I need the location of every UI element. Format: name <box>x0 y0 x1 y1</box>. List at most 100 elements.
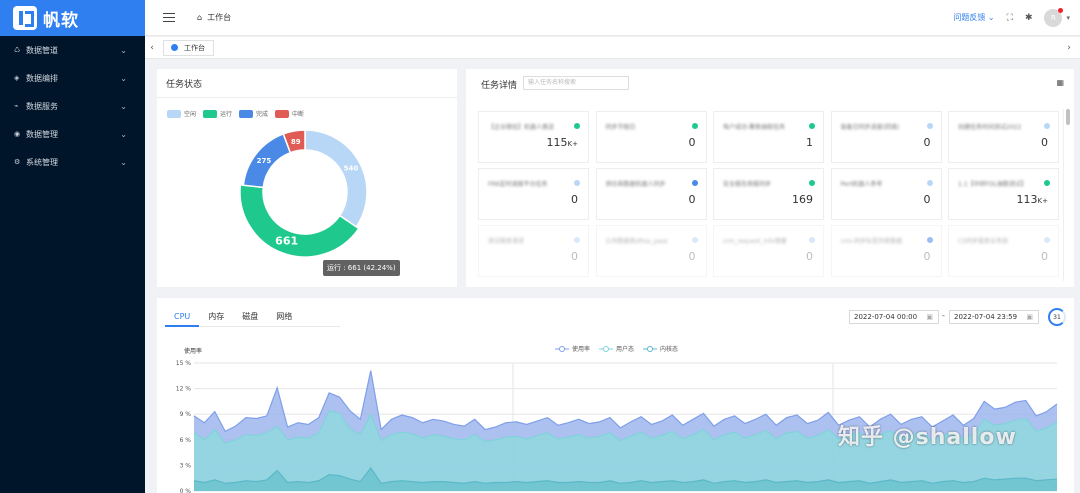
y-tick-label: 12 % <box>176 386 192 393</box>
legend-label[interactable]: 使用率 <box>572 345 590 353</box>
task-tile[interactable]: 每户成功-聚焦抽取任务 1 <box>713 111 824 163</box>
status-dot-icon <box>574 123 580 129</box>
status-donut-chart[interactable]: 540 661 275 89 <box>157 69 457 287</box>
grid-view-icon[interactable]: ▦ <box>1056 78 1064 87</box>
status-dot-icon <box>926 123 933 129</box>
sidebar-item-label: 数据管理 <box>26 129 58 139</box>
scrollbar[interactable] <box>1066 109 1070 125</box>
cpu-usage-chart[interactable]: 使用率 15 % 12 % 9 % 6 % 3 % 0 % 使用率 用户态 内核态 <box>157 298 1074 493</box>
task-name: Pert机器人参考 <box>840 181 883 188</box>
status-dot-icon <box>1044 123 1050 129</box>
home-icon[interactable]: ⌂ <box>197 13 202 22</box>
task-count: 169 <box>792 193 813 206</box>
status-dot-icon <box>926 237 933 243</box>
task-tile[interactable]: FR6定时调度平台任务 0 <box>478 168 589 220</box>
chevron-down-icon: ⌄ <box>120 129 127 139</box>
tab-workbench[interactable]: 工作台 <box>163 39 214 56</box>
database-icon: ◉ <box>14 130 21 138</box>
task-name: 创建任务时间测试2022 <box>958 124 1022 131</box>
status-dot-icon <box>691 237 698 243</box>
task-count: 0 <box>923 193 931 206</box>
notification-badge <box>1058 7 1064 13</box>
task-tile[interactable]: CS同步报表业务部 0 <box>948 225 1059 277</box>
task-name: 同步节假日 <box>605 124 636 131</box>
scroll-left-icon[interactable]: ‹ <box>145 43 159 53</box>
y-tick-label: 6 % <box>180 437 192 444</box>
header-actions: 问题反馈 ⌄ ⛶ ✱ R ▾ <box>953 7 1080 27</box>
status-dot-icon <box>574 180 580 186</box>
sidebar-item-data-management[interactable]: ◉ 数据管理 ⌄ <box>0 120 145 148</box>
status-dot-icon <box>691 123 698 129</box>
logo-icon <box>13 6 37 30</box>
task-detail-card: 任务详情 输入任务名称搜索 ▦ 【企业微信】机器人推送 115K+ 同步节假日 0 每户… <box>466 69 1074 287</box>
tab-label: 工作台 <box>184 43 205 52</box>
task-tile[interactable]: 【企业微信】机器人推送 115K+ <box>478 111 589 163</box>
sidebar-item-label: 系统管理 <box>26 157 58 167</box>
legend-marker <box>559 346 565 352</box>
task-search-input[interactable]: 输入任务名称搜索 <box>523 76 629 90</box>
task-count: 0 <box>688 136 696 149</box>
task-tile[interactable]: crm_request_info增量 0 <box>713 225 824 277</box>
breadcrumb-current: 工作台 <box>207 13 232 22</box>
chevron-down-icon: ⌄ <box>120 45 127 55</box>
sidebar-item-label: 数据管道 <box>26 45 58 55</box>
sidebar-item-service[interactable]: ⌁ 数据服务 ⌄ <box>0 92 145 120</box>
resource-monitor-card: CPU 内存 磁盘 网络 2022-07-04 00:00 ▣ - 2022-07… <box>157 298 1074 493</box>
task-count: 1 <box>806 136 813 149</box>
legend-marker <box>603 346 609 352</box>
feedback-dropdown[interactable]: 问题反馈 ⌄ <box>953 12 994 23</box>
sidebar-item-system[interactable]: ⚙ 系统管理 ⌄ <box>0 148 145 176</box>
fullscreen-icon[interactable]: ⛶ <box>1007 13 1013 23</box>
chevron-down-icon: ⌄ <box>120 157 127 167</box>
task-status-card: 任务状态 空闲 运行 完成 中断 540 661 275 89 运行 : 661 (4… <box>157 69 457 287</box>
watermark: 知乎 @shallow <box>838 425 1017 450</box>
task-tile[interactable]: 公共数据表sftiss_pass 0 <box>595 225 707 277</box>
task-tile[interactable]: 装备日同步进度(回填) 0 <box>830 111 942 163</box>
caret-down-icon[interactable]: ▾ <box>1066 14 1070 22</box>
scroll-right-icon[interactable]: › <box>1062 43 1076 53</box>
status-dot-icon <box>926 180 933 186</box>
avatar[interactable]: R <box>1044 7 1064 27</box>
sync-icon: ♺ <box>14 46 21 54</box>
sidebar-item-label: 数据服务 <box>26 101 58 111</box>
bug-icon[interactable]: ✱ <box>1025 13 1033 23</box>
pulse-icon: ⌁ <box>14 102 19 110</box>
donut-slice-running[interactable] <box>239 184 360 258</box>
task-tile[interactable]: 创建任务时间测试2022 0 <box>948 111 1059 163</box>
y-tick-label: 0 % <box>180 488 192 493</box>
y-tick-label: 9 % <box>180 411 192 418</box>
status-dot-icon <box>809 180 815 186</box>
task-tile[interactable]: 安全报告周报同步 169 <box>713 168 824 220</box>
task-tile[interactable]: crm-同步标签列表数据 0 <box>830 225 942 277</box>
y-tick-label: 3 % <box>180 462 192 469</box>
donut-slice-idle[interactable] <box>304 129 368 228</box>
status-dot-icon <box>574 237 580 243</box>
top-header: ⌂ 工作台 问题反馈 ⌄ ⛶ ✱ R ▾ <box>145 0 1080 36</box>
task-tile[interactable]: 1.1【中研FDL抽数测试】 113K+ <box>948 168 1059 220</box>
task-count: 0 <box>923 250 931 263</box>
status-dot-icon <box>1044 180 1050 186</box>
task-tiles: 【企业微信】机器人推送 115K+ 同步节假日 0 每户成功-聚焦抽取任务 1 装备日同步进… <box>476 109 1064 281</box>
sidebar-item-pipeline[interactable]: ♺ 数据管道 ⌄ <box>0 36 145 64</box>
task-name: 测试报表请求 <box>488 238 525 245</box>
task-count: 115K+ <box>546 136 578 149</box>
task-tile[interactable]: 同步节假日 0 <box>595 111 707 163</box>
tabs-bar: ‹ 工作台 › <box>145 37 1080 59</box>
task-tile[interactable]: Pert机器人参考 0 <box>830 168 942 220</box>
task-name: 每户成功-聚焦抽取任务 <box>723 124 786 131</box>
task-name: 公共数据表sftiss_pass <box>605 238 668 245</box>
legend-label[interactable]: 内核态 <box>660 345 678 353</box>
brand-logo[interactable]: 帆软 <box>0 0 145 36</box>
legend-label[interactable]: 用户态 <box>616 345 634 353</box>
task-tile[interactable]: 测试报表请求 0 <box>478 225 589 277</box>
task-name: crm-同步标签列表数据 <box>840 238 903 245</box>
task-tile[interactable]: 供应商数据机器人同步 0 <box>595 168 707 220</box>
chevron-down-icon: ⌄ <box>120 101 127 111</box>
sidebar-item-orchestration[interactable]: ◈ 数据编排 ⌄ <box>0 64 145 92</box>
menu-toggle-icon[interactable] <box>163 13 175 22</box>
task-count: 0 <box>1041 136 1048 149</box>
legend-marker <box>647 346 653 352</box>
task-name: 【企业微信】机器人推送 <box>488 124 555 131</box>
task-name: crm_request_info增量 <box>723 238 787 245</box>
task-name: CS同步报表业务部 <box>958 238 1008 245</box>
